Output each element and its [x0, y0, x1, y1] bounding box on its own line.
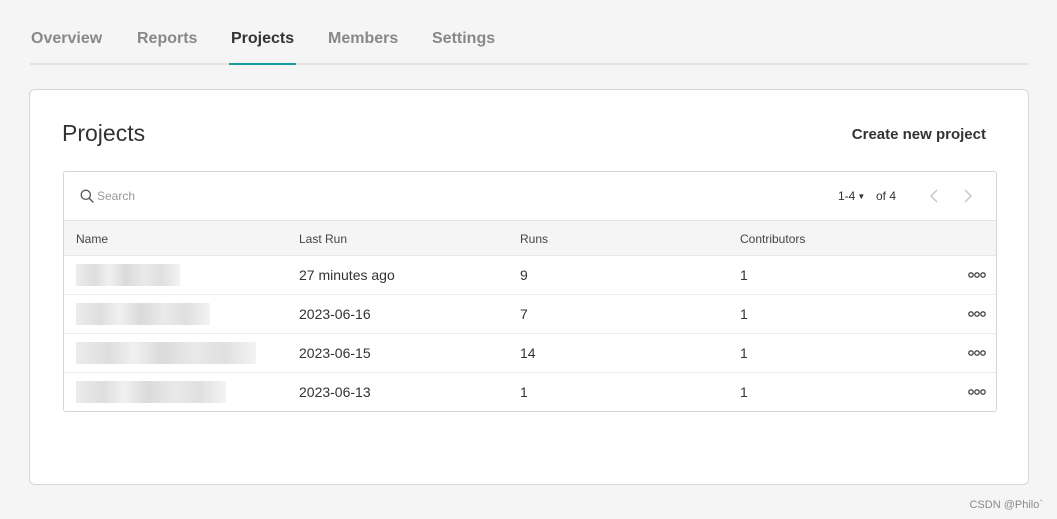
redacted-project-name[interactable]: [76, 342, 256, 364]
cell-contributors: 1: [740, 384, 748, 400]
cell-last-run: 27 minutes ago: [299, 267, 395, 283]
search-input[interactable]: [97, 185, 397, 207]
chevron-right-icon[interactable]: [960, 188, 974, 204]
table-row[interactable]: 27 minutes ago 9 1: [64, 256, 996, 295]
table-row[interactable]: 2023-06-16 7 1: [64, 295, 996, 334]
pagination-total: of 4: [876, 189, 897, 203]
tab-settings[interactable]: Settings: [432, 30, 495, 65]
cell-contributors: 1: [740, 306, 748, 322]
column-header-name[interactable]: Name: [76, 232, 108, 246]
redacted-project-name[interactable]: [76, 264, 180, 286]
more-options-icon[interactable]: [968, 309, 986, 319]
column-header-last-run[interactable]: Last Run: [299, 232, 347, 246]
table-row[interactable]: 2023-06-15 14 1: [64, 334, 996, 373]
cell-runs: 9: [520, 267, 528, 283]
table-header: Name Last Run Runs Contributors: [64, 221, 996, 256]
pagination-range-dropdown[interactable]: 1-4 ▼: [838, 189, 865, 203]
redacted-project-name[interactable]: [76, 303, 210, 325]
column-header-contributors[interactable]: Contributors: [740, 232, 805, 246]
watermark: CSDN @Philo`: [969, 499, 1043, 511]
tab-projects[interactable]: Projects: [228, 30, 297, 65]
caret-down-icon: ▼: [857, 192, 866, 201]
more-options-icon[interactable]: [968, 270, 986, 280]
cell-last-run: 2023-06-15: [299, 345, 371, 361]
cell-last-run: 2023-06-13: [299, 384, 371, 400]
cell-contributors: 1: [740, 345, 748, 361]
cell-runs: 14: [520, 345, 536, 361]
cell-runs: 1: [520, 384, 528, 400]
create-project-button[interactable]: Create new project: [852, 126, 986, 143]
pagination-range: 1-4: [838, 189, 856, 203]
projects-card: Projects Create new project 1-4▼ of 4 Na…: [29, 89, 1029, 485]
chevron-left-icon[interactable]: [928, 188, 942, 204]
more-options-icon[interactable]: [968, 348, 986, 358]
cell-contributors: 1: [740, 267, 748, 283]
cell-runs: 7: [520, 306, 528, 322]
cell-last-run: 2023-06-16: [299, 306, 371, 322]
projects-table: 1-4▼ of 4 Name Last Run Runs Contributor…: [63, 171, 997, 412]
table-toolbar: 1-4▼ of 4: [64, 172, 996, 221]
more-options-icon[interactable]: [968, 387, 986, 397]
tab-bar: Overview Reports Projects Members Settin…: [30, 0, 1029, 65]
tab-overview[interactable]: Overview: [31, 30, 102, 65]
column-header-runs[interactable]: Runs: [520, 232, 548, 246]
table-row[interactable]: 2023-06-13 1 1: [64, 373, 996, 411]
tab-reports[interactable]: Reports: [137, 30, 197, 65]
page-title: Projects: [62, 120, 146, 146]
search-icon: [80, 189, 94, 203]
redacted-project-name[interactable]: [76, 381, 226, 403]
tab-members[interactable]: Members: [328, 30, 398, 65]
